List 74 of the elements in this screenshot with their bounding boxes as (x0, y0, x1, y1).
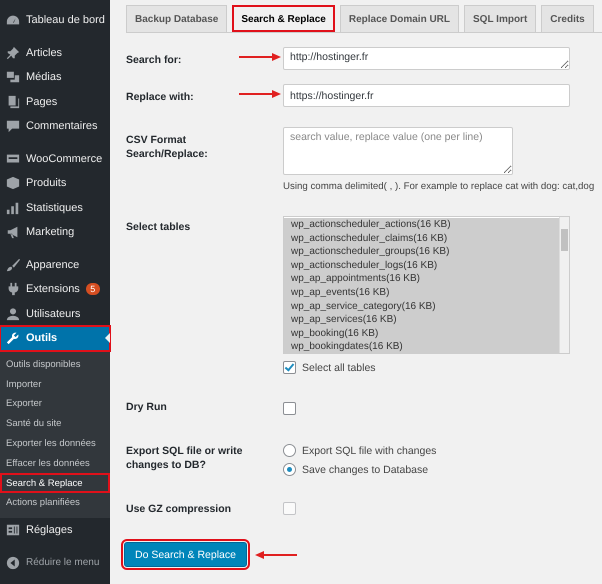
brush-icon (6, 258, 20, 272)
menu-item[interactable]: Réglages (0, 518, 110, 542)
tab[interactable]: Backup Database (126, 5, 228, 32)
checkbox-label: Select all tables (302, 362, 376, 374)
menu-item[interactable]: Articles (0, 40, 110, 65)
text-area[interactable]: search value, replace value (one per line) (283, 127, 513, 175)
table-option[interactable]: wp_ap_services(16 KB) (284, 313, 559, 327)
submenu-item[interactable]: Importer (0, 374, 110, 394)
tab[interactable]: Search & Replace (232, 5, 335, 32)
field-label: Replace with: (126, 90, 195, 104)
table-option[interactable]: wp_booking(16 KB) (284, 326, 559, 340)
submenu-item[interactable]: Exporter (0, 394, 110, 414)
field-label: Use GZ compression (126, 502, 232, 516)
tab[interactable]: SQL Import (464, 5, 536, 32)
menu-item[interactable]: Extensions 5 (0, 277, 110, 302)
text-field[interactable]: http://hostinger.fr (283, 47, 570, 70)
menu-item[interactable]: Médias (0, 65, 110, 90)
field-label: Export SQL file or write changes to DB? (126, 444, 244, 472)
table-option[interactable]: wp_actionscheduler_claims(16 KB) (284, 232, 559, 246)
help-text: Using comma delimited( , ). For example to replace cat with dog: cat,dog (283, 181, 596, 192)
submenu-item[interactable]: Effacer les données (0, 453, 110, 474)
menu-item[interactable]: Statistiques (0, 196, 110, 220)
checkbox[interactable] (283, 361, 296, 374)
submenu-item[interactable]: Actions planifiées (0, 493, 110, 513)
user-icon (6, 306, 20, 321)
megaphone-icon (6, 225, 20, 240)
table-option[interactable]: wp_actionscheduler_groups(16 KB) (284, 245, 559, 259)
radio-button[interactable] (283, 444, 296, 457)
menu-item[interactable]: Marketing (0, 220, 110, 244)
plug-icon (6, 282, 20, 296)
submenu-item[interactable]: Search & Replace (0, 473, 110, 494)
text-field[interactable]: https://hostinger.fr (283, 84, 570, 107)
radio-button[interactable] (283, 463, 296, 476)
pages-icon (6, 94, 20, 109)
wrench-icon (6, 331, 20, 346)
menu-item[interactable]: Commentaires (0, 114, 110, 138)
table-option[interactable]: wp_ap_service_category(16 KB) (284, 300, 559, 314)
box-icon (6, 176, 20, 190)
field-label: CSV Format Search/Replace: (126, 133, 209, 161)
table-option[interactable]: wp_actionscheduler_actions(16 KB) (284, 218, 559, 232)
table-option[interactable]: wp_actionscheduler_logs(16 KB) (284, 258, 559, 272)
submenu-item[interactable]: Exporter les données (0, 434, 110, 454)
bar-chart-icon (6, 200, 20, 215)
submit-button[interactable]: Do Search & Replace (124, 542, 247, 567)
tab[interactable]: Replace Domain URL (340, 5, 460, 32)
dashboard-icon (6, 13, 20, 28)
tab[interactable]: Credits (541, 5, 594, 32)
checkbox[interactable] (283, 402, 296, 415)
table-option[interactable]: wp_ap_appointments(16 KB) (284, 272, 559, 286)
field-label: Search for: (126, 53, 182, 67)
comment-icon (6, 119, 20, 134)
settings-icon (6, 523, 20, 538)
radio-label: Save changes to Database (302, 464, 428, 476)
menu-item[interactable]: Outils (0, 326, 110, 350)
submenu-item[interactable]: Santé du site (0, 414, 110, 434)
collapse-menu-button[interactable]: Réduire le menu (0, 550, 110, 575)
submenu-item[interactable]: Outils disponibles (0, 354, 110, 374)
pin-icon (6, 46, 20, 60)
radio-label: Export SQL file with changes (302, 444, 436, 456)
table-option[interactable]: wp_ap_events(16 KB) (284, 286, 559, 300)
menu-item[interactable]: Pages (0, 90, 110, 114)
count-badge: 5 (86, 283, 100, 296)
field-label: Select tables (126, 220, 192, 234)
table-option[interactable]: wp_bookingdates(16 KB) (284, 340, 559, 354)
scrollbar[interactable] (559, 217, 569, 353)
menu-item[interactable]: Utilisateurs (0, 302, 110, 326)
menu-item[interactable]: Tableau de bord (0, 8, 110, 32)
menu-item[interactable]: Produits (0, 171, 110, 196)
collapse-icon (6, 556, 20, 570)
media-icon (6, 70, 20, 84)
field-label: Dry Run (126, 400, 168, 414)
menu-item[interactable]: Apparence (0, 252, 110, 277)
table-listbox[interactable] (283, 216, 570, 354)
menu-item[interactable]: WooCommerce (0, 146, 110, 171)
